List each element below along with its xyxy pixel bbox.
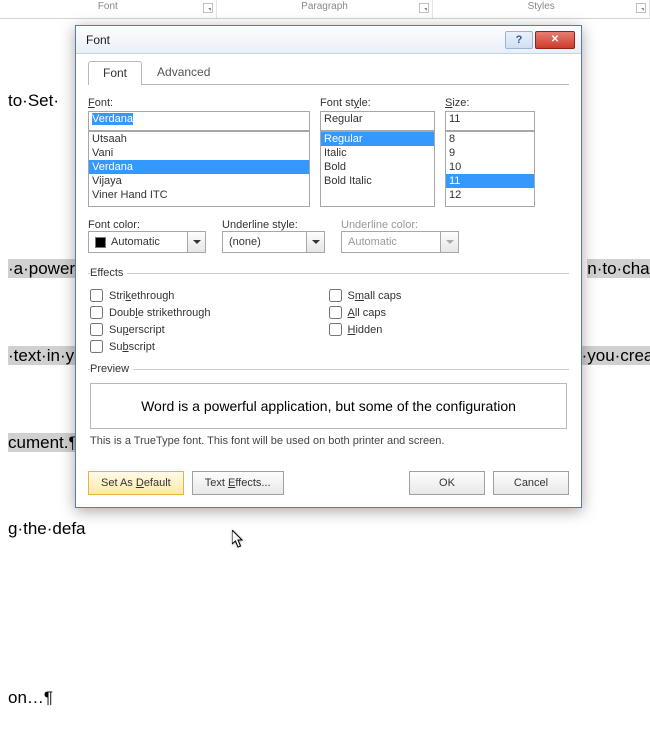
checkbox-hidden[interactable]: Hidden [329,321,568,338]
checkbox-subscript[interactable]: Subscript [90,338,329,355]
font-option[interactable]: Utsaah [89,132,309,146]
size-option[interactable]: 8 [446,132,534,146]
ribbon-group-font: Font [0,0,217,18]
color-swatch-icon [95,237,106,248]
font-option[interactable]: Viner Hand ITC [89,188,309,202]
preview-note: This is a TrueType font. This font will … [90,435,567,447]
tab-font[interactable]: Font [88,61,142,85]
font-option[interactable]: Vijaya [89,174,309,188]
style-option[interactable]: Italic [321,146,434,160]
font-style-input[interactable]: Regular [320,111,435,131]
doc-text: ·you·create· [582,346,650,365]
font-label: Font: [88,97,310,109]
ribbon-group-row: Font Paragraph Styles [0,0,650,19]
size-option[interactable]: 12 [446,188,534,202]
set-as-default-button[interactable]: Set As Default [88,471,184,495]
font-color-dropdown[interactable]: Automatic [88,231,188,253]
size-option[interactable]: 11 [446,174,534,188]
size-label: Size: [445,97,535,109]
dialog-launcher-icon[interactable] [419,3,429,13]
effects-legend: Effects [90,267,127,279]
chevron-down-icon [441,231,459,253]
size-input[interactable]: 11 [445,111,535,131]
size-listbox[interactable]: 8 9 10 11 12 [445,131,535,207]
preview-box: Word is a powerful application, but some… [90,383,567,429]
dialog-titlebar[interactable]: Font ? ✕ [76,26,581,54]
ribbon-group-paragraph: Paragraph [217,0,434,18]
checkbox-double-strikethrough[interactable]: Double strikethrough [90,304,329,321]
underline-color-dropdown: Automatic [341,231,441,253]
dialog-launcher-icon[interactable] [203,3,213,13]
size-option[interactable]: 9 [446,146,534,160]
style-option[interactable]: Regular [321,132,434,146]
chevron-down-icon[interactable] [307,231,325,253]
close-button[interactable]: ✕ [535,31,575,49]
dialog-tabs: Font Advanced [88,60,569,85]
style-option[interactable]: Bold Italic [321,174,434,188]
underline-style-dropdown[interactable]: (none) [222,231,307,253]
preview-group: Preview Word is a powerful application, … [88,363,569,449]
underline-style-label: Underline style: [222,219,298,231]
size-option[interactable]: 10 [446,160,534,174]
doc-text: cument.¶ [8,433,78,452]
font-style-label: Font style: [320,97,435,109]
dialog-launcher-icon[interactable] [636,3,646,13]
doc-text: g·the·defa [8,519,86,538]
font-dialog: Font ? ✕ Font Advanced Font: Verdana Uts… [75,25,582,508]
effects-group: Effects Strikethrough Double strikethrou… [88,267,569,357]
font-input[interactable]: Verdana [88,111,310,131]
style-option[interactable]: Bold [321,160,434,174]
text-effects-button[interactable]: Text Effects... [192,471,284,495]
doc-text: to·Set· [8,91,59,110]
doc-text: on…¶ [8,688,53,707]
font-listbox[interactable]: Utsaah Vani Verdana Vijaya Viner Hand IT… [88,131,310,207]
ribbon-group-styles: Styles [433,0,650,18]
preview-legend: Preview [90,363,133,375]
doc-text: ·text·in·yo [8,346,84,365]
font-style-listbox[interactable]: Regular Italic Bold Bold Italic [320,131,435,207]
help-button[interactable]: ? [505,31,533,49]
checkbox-strikethrough[interactable]: Strikethrough [90,287,329,304]
cancel-button[interactable]: Cancel [493,471,569,495]
font-color-label: Font color: [88,219,140,231]
checkbox-small-caps[interactable]: Small caps [329,287,568,304]
font-option[interactable]: Verdana [89,160,309,174]
tab-advanced[interactable]: Advanced [142,60,225,84]
chevron-down-icon[interactable] [188,231,206,253]
underline-color-label: Underline color: [341,219,418,231]
dialog-title: Font [86,33,503,47]
checkbox-superscript[interactable]: Superscript [90,321,329,338]
ok-button[interactable]: OK [409,471,485,495]
font-option[interactable]: Vani [89,146,309,160]
doc-text: n·to·change· [587,259,650,278]
checkbox-all-caps[interactable]: All caps [329,304,568,321]
